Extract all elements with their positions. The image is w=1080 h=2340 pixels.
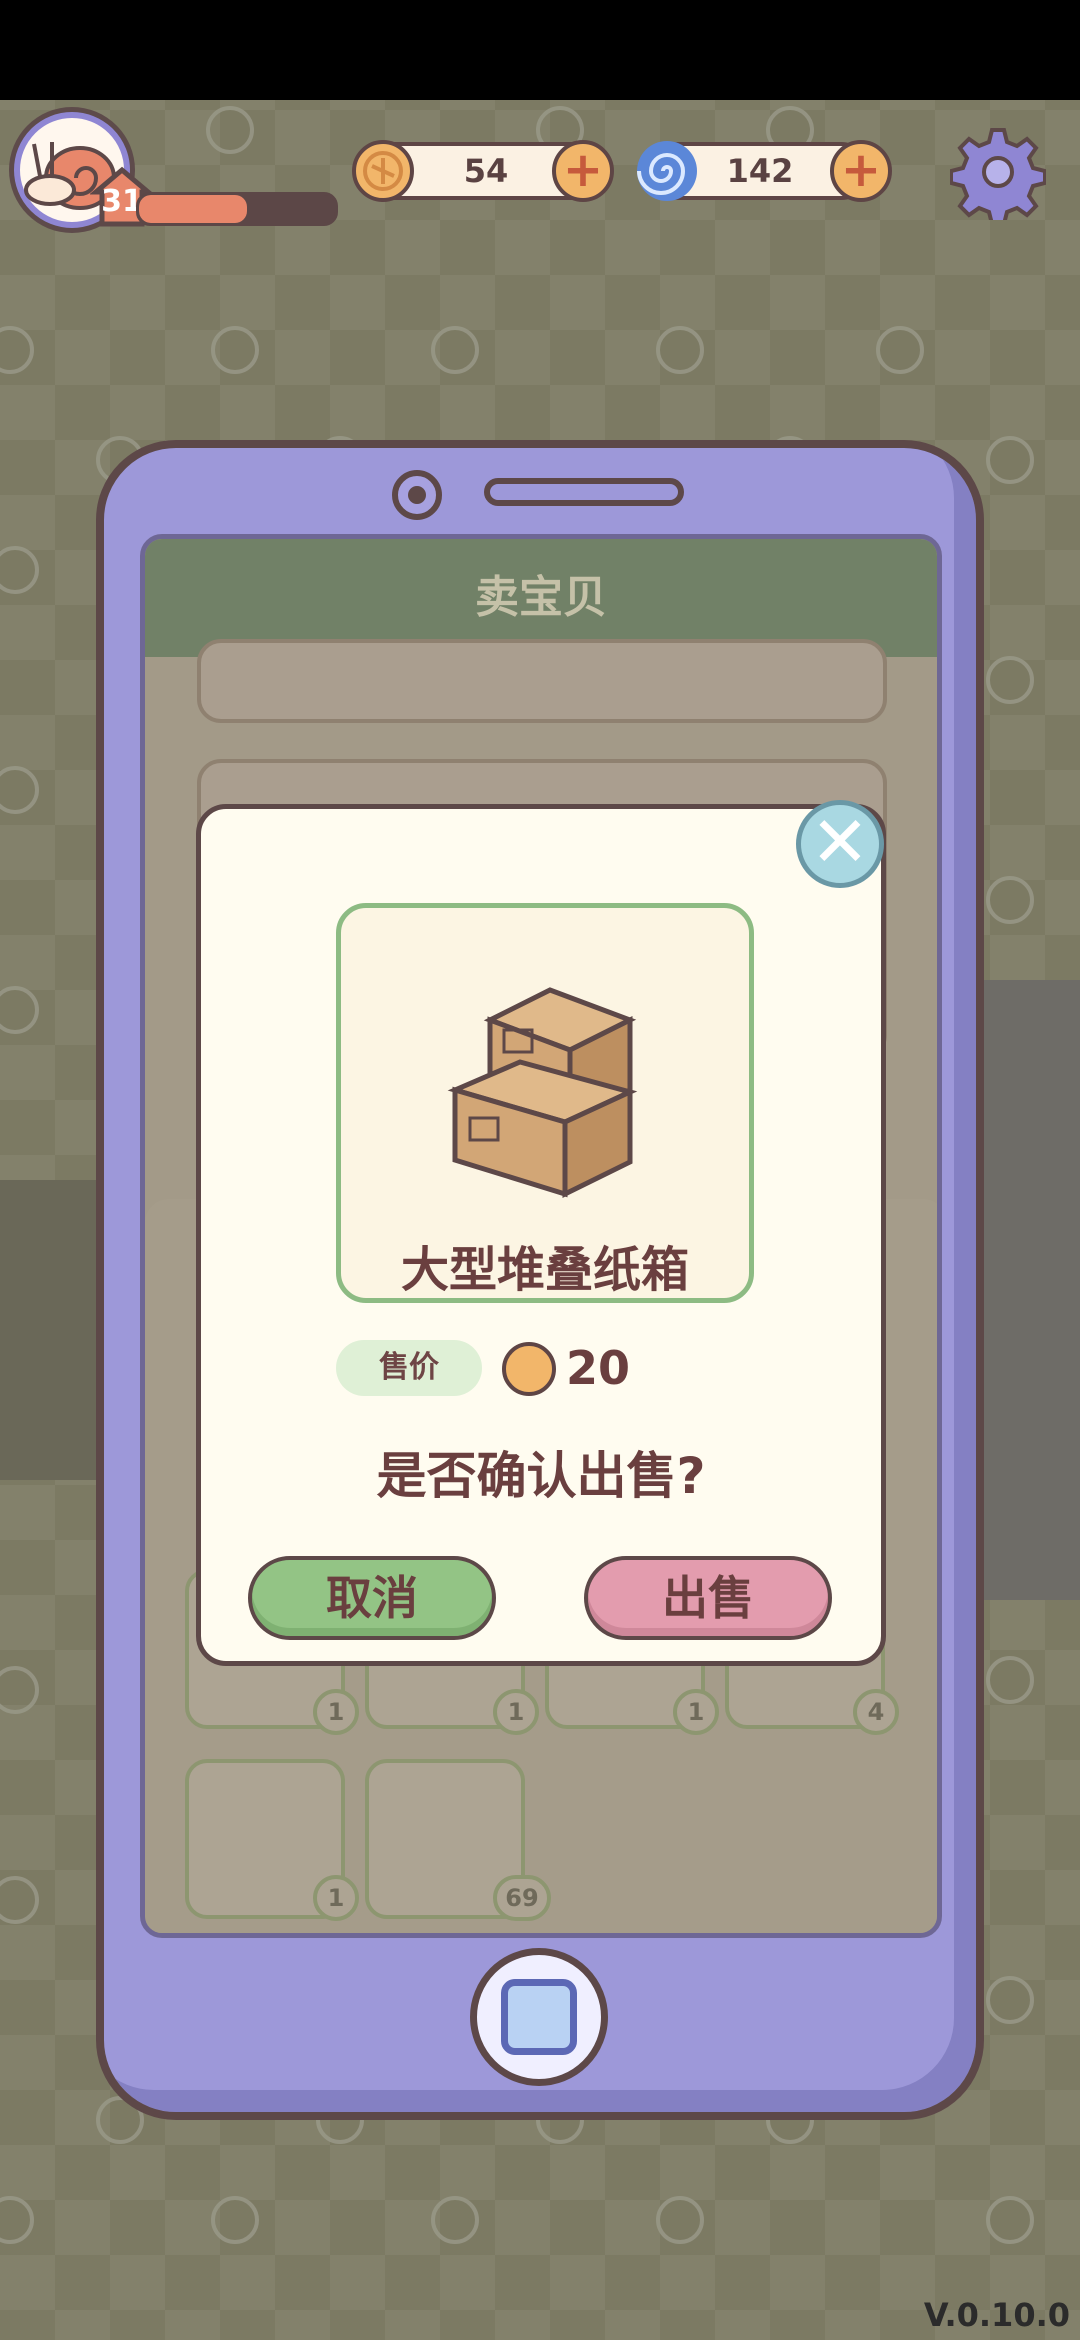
cardboard-boxes-icon <box>447 987 638 1199</box>
phone-speaker <box>484 478 684 506</box>
coin-icon <box>352 140 414 202</box>
slot-count: 1 <box>313 1689 359 1735</box>
scenery-left <box>0 1180 96 1480</box>
phone-camera <box>392 470 442 520</box>
gem-swirl-icon <box>637 141 697 201</box>
sell-button[interactable]: 出售 <box>584 1556 832 1640</box>
coin-amount: 54 <box>463 152 509 190</box>
item-name: 大型堆叠纸箱 <box>400 1242 689 1298</box>
confirm-question: 是否确认出售? <box>376 1447 706 1505</box>
slot-count: 69 <box>493 1875 551 1921</box>
gear-icon[interactable] <box>950 124 1046 220</box>
status-bar <box>0 0 1080 100</box>
slot-count: 1 <box>673 1689 719 1735</box>
listing-card <box>197 639 887 723</box>
close-button[interactable]: ✕ <box>796 800 884 888</box>
add-coins-button[interactable]: + <box>552 140 614 202</box>
phone-home-button[interactable] <box>470 1948 608 2086</box>
slot-count: 1 <box>313 1875 359 1921</box>
gem-amount: 142 <box>726 152 794 190</box>
price-label: 售价 <box>336 1340 482 1396</box>
home-button-icon <box>501 1979 577 2055</box>
slot-count: 4 <box>853 1689 899 1735</box>
slot-count: 1 <box>493 1689 539 1735</box>
coin-icon <box>502 1342 556 1396</box>
add-gems-button[interactable]: + <box>830 140 892 202</box>
xp-bar-fill <box>139 195 247 223</box>
xp-bar <box>136 192 338 226</box>
close-icon: ✕ <box>810 801 870 883</box>
cancel-button[interactable]: 取消 <box>248 1556 496 1640</box>
version-label: V.0.10.0 <box>923 2296 1070 2334</box>
scenery-right <box>984 980 1080 1600</box>
price-value: 20 <box>566 1341 631 1395</box>
